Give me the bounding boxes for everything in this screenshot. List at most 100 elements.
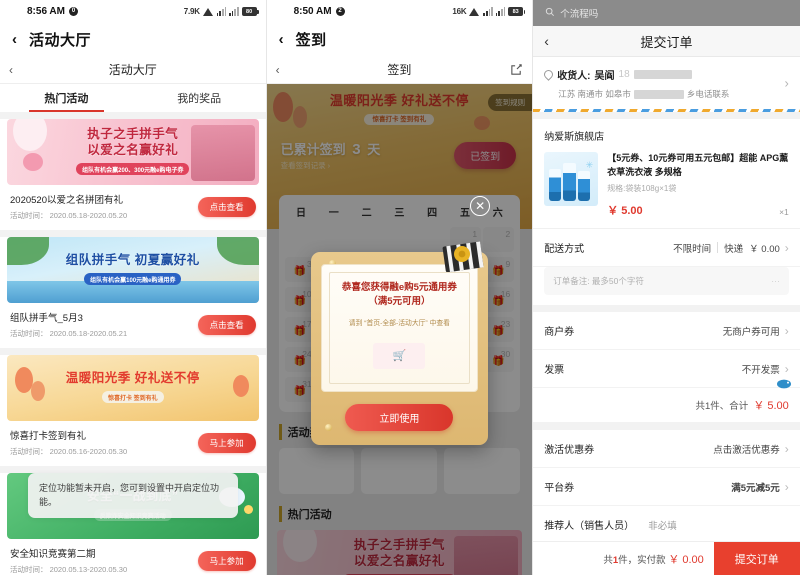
order-note-section[interactable]: 订单备注: 最多50个字符 ··· bbox=[533, 267, 800, 305]
banner-subtitle: 组队有机会赢100元融e购通用券 bbox=[84, 273, 182, 286]
panel-submit-order: 个流程吗 ‹ 提交订单 收货人: 吴阎 18 江苏 南通市 如皋市 乡电话联系 bbox=[533, 0, 800, 575]
signal-icon-1 bbox=[216, 6, 227, 16]
product-price: ￥ 5.00 bbox=[607, 205, 643, 217]
reward-subtitle: 请到 “首页-全部-活动大厅” 中查看 bbox=[348, 319, 450, 327]
referrer-label: 推荐人（销售人员） bbox=[544, 521, 635, 532]
tab-my-prizes[interactable]: 我的奖品 bbox=[133, 84, 266, 112]
referrer-row[interactable]: 推荐人（销售人员） 非必填 bbox=[533, 506, 800, 541]
order-note-input[interactable]: 订单备注: 最多50个字符 ··· bbox=[544, 267, 789, 295]
back-icon[interactable]: ‹ bbox=[12, 31, 17, 48]
status-time: 8:50 AM bbox=[293, 5, 332, 17]
shipping-type: 快递 bbox=[724, 243, 744, 255]
referrer-value: 非必填 bbox=[648, 520, 677, 532]
wifi-icon bbox=[202, 7, 214, 16]
activity-action-button[interactable]: 马上参加 bbox=[197, 432, 256, 453]
chevron-right-icon[interactable]: › bbox=[785, 442, 789, 456]
page-title: 签到 bbox=[295, 31, 327, 49]
activate-coupon-value: 点击激活优惠券 bbox=[713, 444, 780, 456]
chevron-right-icon[interactable]: › bbox=[784, 76, 788, 91]
submit-order-button[interactable]: 提交订单 bbox=[713, 541, 800, 575]
address-phone-prefix: 18 bbox=[618, 69, 630, 80]
search-icon bbox=[545, 7, 555, 20]
section-gap bbox=[533, 305, 800, 312]
use-now-button[interactable]: 立即使用 bbox=[345, 404, 454, 431]
shipping-label: 配送方式 bbox=[544, 244, 585, 255]
activity-card-body: 2020520以爱之名拼团有礼 活动时间： 2020.05.18-2020.05… bbox=[0, 185, 266, 230]
status-bar: 8:56 AM 0 7.9K 80 bbox=[0, 0, 266, 22]
activity-name: 组队拼手气_5月3 bbox=[10, 313, 83, 324]
battery-icon: 80 bbox=[241, 6, 259, 16]
alarm-icon: 2 bbox=[335, 6, 345, 16]
order-footer: 共1件，实付款 ￥ 0.00 提交订单 bbox=[533, 541, 800, 575]
back-icon[interactable]: ‹ bbox=[279, 31, 284, 48]
wifi-icon bbox=[469, 7, 480, 16]
network-speed: 16K bbox=[452, 6, 467, 16]
activity-banner: 组队拼手气 初夏赢好礼 组队有机会赢100元融e购通用券 bbox=[7, 237, 259, 303]
masked-address bbox=[633, 89, 684, 99]
order-body[interactable]: 收货人: 吴阎 18 江苏 南通市 如皋市 乡电话联系 › 纳爱斯旗舰店 ✳ 【… bbox=[533, 57, 800, 541]
panel-activity-hall: 8:56 AM 0 7.9K 80 ‹ 活动大厅 ‹ 活动大厅 热门活动 我的奖… bbox=[0, 0, 267, 575]
activity-card[interactable]: 温暖阳光季 好礼送不停 惊喜打卡 签到有礼 惊喜打卡签到有礼 活动时间： 202… bbox=[0, 355, 266, 466]
activity-time: 活动时间： 2020.05.13-2020.05.30 bbox=[10, 565, 128, 574]
activity-time: 活动时间： 2020.05.18-2020.05.21 bbox=[10, 329, 128, 338]
chevron-right-icon[interactable]: › bbox=[785, 362, 789, 376]
activity-action-button[interactable]: 点击查看 bbox=[197, 196, 256, 217]
signal-icon-2 bbox=[495, 6, 506, 16]
gift-bow-icon bbox=[436, 238, 486, 273]
battery-icon: 83 bbox=[508, 6, 526, 16]
address-name: 吴阎 bbox=[594, 71, 615, 82]
activity-card-body: 组队拼手气_5月3 活动时间： 2020.05.18-2020.05.21 点击… bbox=[0, 303, 266, 348]
activity-text: 安全知识竞赛第二期 活动时间： 2020.05.13-2020.05.30 bbox=[10, 546, 198, 575]
activate-coupon-row[interactable]: 激活优惠券 点击激活优惠券 › bbox=[533, 430, 800, 468]
shipping-time: 不限时间 bbox=[673, 243, 712, 255]
footer-summary: 共1件，实付款 ￥ 0.00 bbox=[603, 551, 713, 567]
activity-banner: 温暖阳光季 好礼送不停 惊喜打卡 签到有礼 bbox=[7, 355, 259, 421]
chevron-right-icon[interactable]: › bbox=[785, 480, 789, 494]
invoice-row[interactable]: 发票 不开发票 › bbox=[533, 350, 800, 389]
invoice-value: 不开发票 bbox=[741, 364, 780, 376]
share-icon[interactable] bbox=[510, 63, 523, 76]
banner-title: 组队拼手气 初夏赢好礼 bbox=[65, 253, 200, 268]
tab-bar: 热门活动 我的奖品 bbox=[0, 84, 266, 112]
webview-navbar: ‹ 签到 bbox=[266, 56, 533, 84]
shop-name[interactable]: 纳爱斯旗舰店 bbox=[533, 119, 800, 143]
section-gap bbox=[533, 423, 800, 430]
activity-card-body: 惊喜打卡签到有礼 活动时间： 2020.05.16-2020.05.30 马上参… bbox=[0, 421, 266, 466]
checkin-content: 温暖阳光季 好礼送不停 惊喜打卡 签到有礼 签到规则 已累计签到 3 天 查看签… bbox=[266, 84, 533, 575]
address-recipient-row: 收货人: 吴阎 18 bbox=[542, 67, 789, 82]
search-bar[interactable]: 个流程吗 bbox=[533, 0, 800, 26]
shipping-fee: ￥ 0.00 bbox=[749, 243, 780, 255]
location-toast: 定位功能暂未开启，您可到设置中开启定位功能。 bbox=[28, 473, 238, 518]
native-navbar: ‹ 签到 bbox=[266, 22, 533, 56]
order-navbar: ‹ 提交订单 bbox=[533, 26, 800, 57]
address-section[interactable]: 收货人: 吴阎 18 江苏 南通市 如皋市 乡电话联系 › bbox=[533, 57, 800, 109]
activity-text: 组队拼手气_5月3 活动时间： 2020.05.18-2020.05.21 bbox=[10, 310, 198, 339]
chevron-right-icon[interactable]: › bbox=[785, 241, 789, 255]
shipping-method-row[interactable]: 配送方式 不限时间 快递 ￥ 0.00 › bbox=[533, 229, 800, 267]
subtotal-row: 共1件、合计 ￥ 5.00 bbox=[533, 388, 800, 423]
activity-card[interactable]: 执子之手拼手气 以爱之名赢好礼 组队有机会赢200、300元融e购电子券 2020… bbox=[0, 119, 266, 230]
status-right: 16K 83 bbox=[452, 6, 526, 16]
search-text: 个流程吗 bbox=[560, 9, 599, 20]
banner-title: 执子之手拼手气 以爱之名赢好礼 bbox=[87, 127, 179, 157]
address-region: 江苏 南通市 如皋市 bbox=[558, 89, 631, 99]
address-suffix: 乡电话联系 bbox=[686, 89, 730, 99]
merchant-coupon-row[interactable]: 商户券 无商户券可用 › bbox=[533, 312, 800, 350]
activity-action-button[interactable]: 马上参加 bbox=[197, 550, 256, 571]
merchant-coupon-label: 商户券 bbox=[544, 327, 575, 338]
whale-icon[interactable] bbox=[776, 378, 792, 389]
product-row[interactable]: ✳ 【5元券、10元券可用五元包邮】超能 APG薰衣草洗衣液 多规格 规格:袋装… bbox=[533, 143, 800, 229]
activity-banner: 执子之手拼手气 以爱之名赢好礼 组队有机会赢200、300元融e购电子券 bbox=[7, 119, 259, 185]
activity-card[interactable]: 组队拼手气 初夏赢好礼 组队有机会赢100元融e购通用券 组队拼手气_5月3 活… bbox=[0, 237, 266, 348]
order-note-placeholder: 订单备注: 最多50个字符 bbox=[553, 276, 644, 286]
tab-hot-activities[interactable]: 热门活动 bbox=[0, 84, 133, 112]
platform-coupon-row[interactable]: 平台券 满5元减5元 › bbox=[533, 468, 800, 506]
activity-action-button[interactable]: 点击查看 bbox=[197, 314, 256, 335]
chevron-right-icon[interactable]: › bbox=[785, 324, 789, 338]
divider bbox=[717, 242, 719, 253]
masked-phone bbox=[633, 70, 692, 79]
activity-time: 活动时间： 2020.05.18-2020.05.20 bbox=[10, 211, 128, 220]
address-detail-row: 江苏 南通市 如皋市 乡电话联系 bbox=[544, 88, 789, 100]
activity-name: 2020520以爱之名拼团有礼 bbox=[10, 195, 123, 206]
cart-icon: 🛒 bbox=[392, 350, 407, 362]
